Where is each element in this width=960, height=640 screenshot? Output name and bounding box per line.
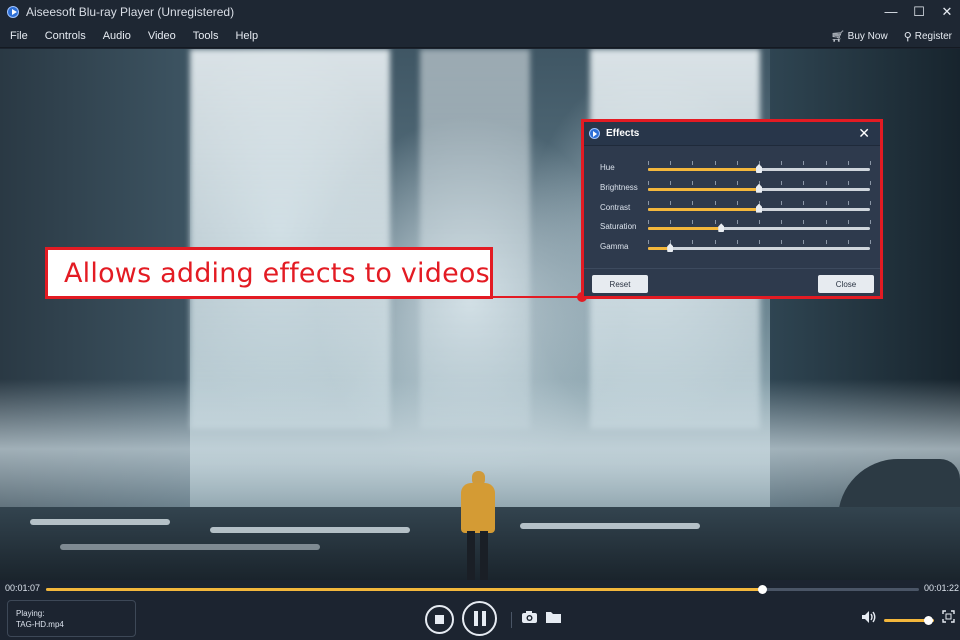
effects-row-gamma: Gamma <box>584 237 880 257</box>
effects-dialog: Effects ✕ Hue Brightness Contrast Saturatio… <box>581 119 883 299</box>
fullscreen-icon[interactable] <box>942 610 955 627</box>
register-link[interactable]: ⚲ Register <box>904 30 952 43</box>
stop-icon <box>435 615 444 624</box>
effects-slider-fill <box>648 207 759 211</box>
now-playing-file: TAG-HD.mp4 <box>16 620 64 629</box>
menu-tools[interactable]: Tools <box>186 30 226 42</box>
window-title: Aiseesoft Blu-ray Player (Unregistered) <box>26 5 235 19</box>
effects-label: Hue <box>600 163 615 172</box>
volume-icon[interactable] <box>861 610 877 628</box>
effects-slider-handle[interactable] <box>756 203 762 213</box>
stop-button[interactable] <box>425 605 454 634</box>
current-time: 00:01:07 <box>5 583 41 593</box>
menu-controls[interactable]: Controls <box>38 30 93 42</box>
effects-label: Gamma <box>600 242 629 252</box>
effects-row-saturation: Saturation <box>584 217 880 237</box>
effects-slider-contrast[interactable] <box>648 203 870 213</box>
menu-file[interactable]: File <box>3 30 35 42</box>
camera-icon[interactable] <box>521 610 538 628</box>
buy-now-link[interactable]: 🛒︎ Buy Now <box>831 30 888 43</box>
effects-row-hue: Hue <box>584 158 880 178</box>
effects-header: Effects ✕ <box>584 122 880 146</box>
pause-icon <box>473 611 486 626</box>
effects-close-icon[interactable]: ✕ <box>858 126 870 140</box>
effects-slider-handle[interactable] <box>667 243 674 253</box>
effects-slider-fill <box>648 187 759 191</box>
minimize-button[interactable]: — <box>884 5 898 19</box>
annotation-text: Allows adding effects to videos <box>64 257 490 289</box>
effects-slider-handle[interactable] <box>718 223 725 233</box>
effects-title: Effects <box>606 128 640 139</box>
effects-slider-handle[interactable] <box>756 183 762 193</box>
reset-button[interactable]: Reset <box>592 275 648 293</box>
video-snow <box>520 523 700 529</box>
video-waterfall-center <box>420 49 530 429</box>
video-person <box>458 469 498 580</box>
control-separator <box>511 612 512 628</box>
effects-label: Saturation <box>600 222 637 232</box>
progress-row: 00:01:07 00:01:22 <box>0 580 960 598</box>
effects-slider-ticks <box>648 240 871 245</box>
menu-help[interactable]: Help <box>228 30 265 42</box>
effects-slider-hue[interactable] <box>648 164 870 173</box>
now-playing-label: Playing: <box>16 609 45 618</box>
now-playing-box: Playing: TAG-HD.mp4 <box>7 600 136 637</box>
video-snow <box>30 519 170 525</box>
key-icon: ⚲ <box>903 30 912 43</box>
menu-video[interactable]: Video <box>141 30 183 42</box>
effects-row-contrast: Contrast <box>584 198 880 218</box>
effects-logo-icon <box>589 128 600 139</box>
effects-slider-ticks <box>648 220 871 225</box>
effects-label: Contrast <box>600 202 631 212</box>
control-bar: Playing: TAG-HD.mp4 <box>0 598 960 640</box>
seek-bar[interactable] <box>46 585 919 594</box>
app-logo-icon <box>7 6 19 18</box>
effects-footer: Reset Close <box>584 268 880 296</box>
video-snow <box>210 527 410 533</box>
video-waterfall-left <box>190 49 390 429</box>
effects-slider-handle[interactable] <box>756 164 762 173</box>
effects-row-brightness: Brightness <box>584 178 880 198</box>
effects-slider-fill <box>648 227 722 231</box>
volume-slider[interactable] <box>884 616 934 625</box>
seek-bar-handle[interactable] <box>757 585 767 594</box>
menu-bar: File Controls Audio Video Tools Help 🛒︎ … <box>0 24 960 48</box>
window-controls: — ☐ ✕ <box>884 0 954 24</box>
annotation-connector <box>493 296 582 298</box>
folder-icon[interactable] <box>545 610 562 628</box>
video-snow <box>60 544 320 550</box>
effects-slider-gamma[interactable] <box>648 243 870 253</box>
total-time: 00:01:22 <box>924 583 960 593</box>
effects-slider-fill <box>648 168 759 171</box>
effects-slider-brightness[interactable] <box>648 183 870 193</box>
effects-slider-fill <box>648 247 671 251</box>
title-bar: Aiseesoft Blu-ray Player (Unregistered) … <box>0 0 960 24</box>
effects-slider-saturation[interactable] <box>648 223 870 233</box>
maximize-button[interactable]: ☐ <box>912 5 926 19</box>
annotation-callout: Allows adding effects to videos <box>45 247 493 299</box>
close-button[interactable]: Close <box>818 275 874 293</box>
menu-right-actions: 🛒︎ Buy Now ⚲ Register <box>831 24 952 48</box>
effects-label: Brightness <box>600 182 638 192</box>
pause-button[interactable] <box>462 601 497 636</box>
menu-audio[interactable]: Audio <box>96 30 138 42</box>
cart-icon: 🛒︎ <box>830 30 845 43</box>
buy-now-label: Buy Now <box>847 30 888 42</box>
volume-slider-handle[interactable] <box>924 616 933 625</box>
close-window-button[interactable]: ✕ <box>940 5 954 19</box>
register-label: Register <box>914 30 952 42</box>
seek-bar-fill <box>46 588 762 591</box>
